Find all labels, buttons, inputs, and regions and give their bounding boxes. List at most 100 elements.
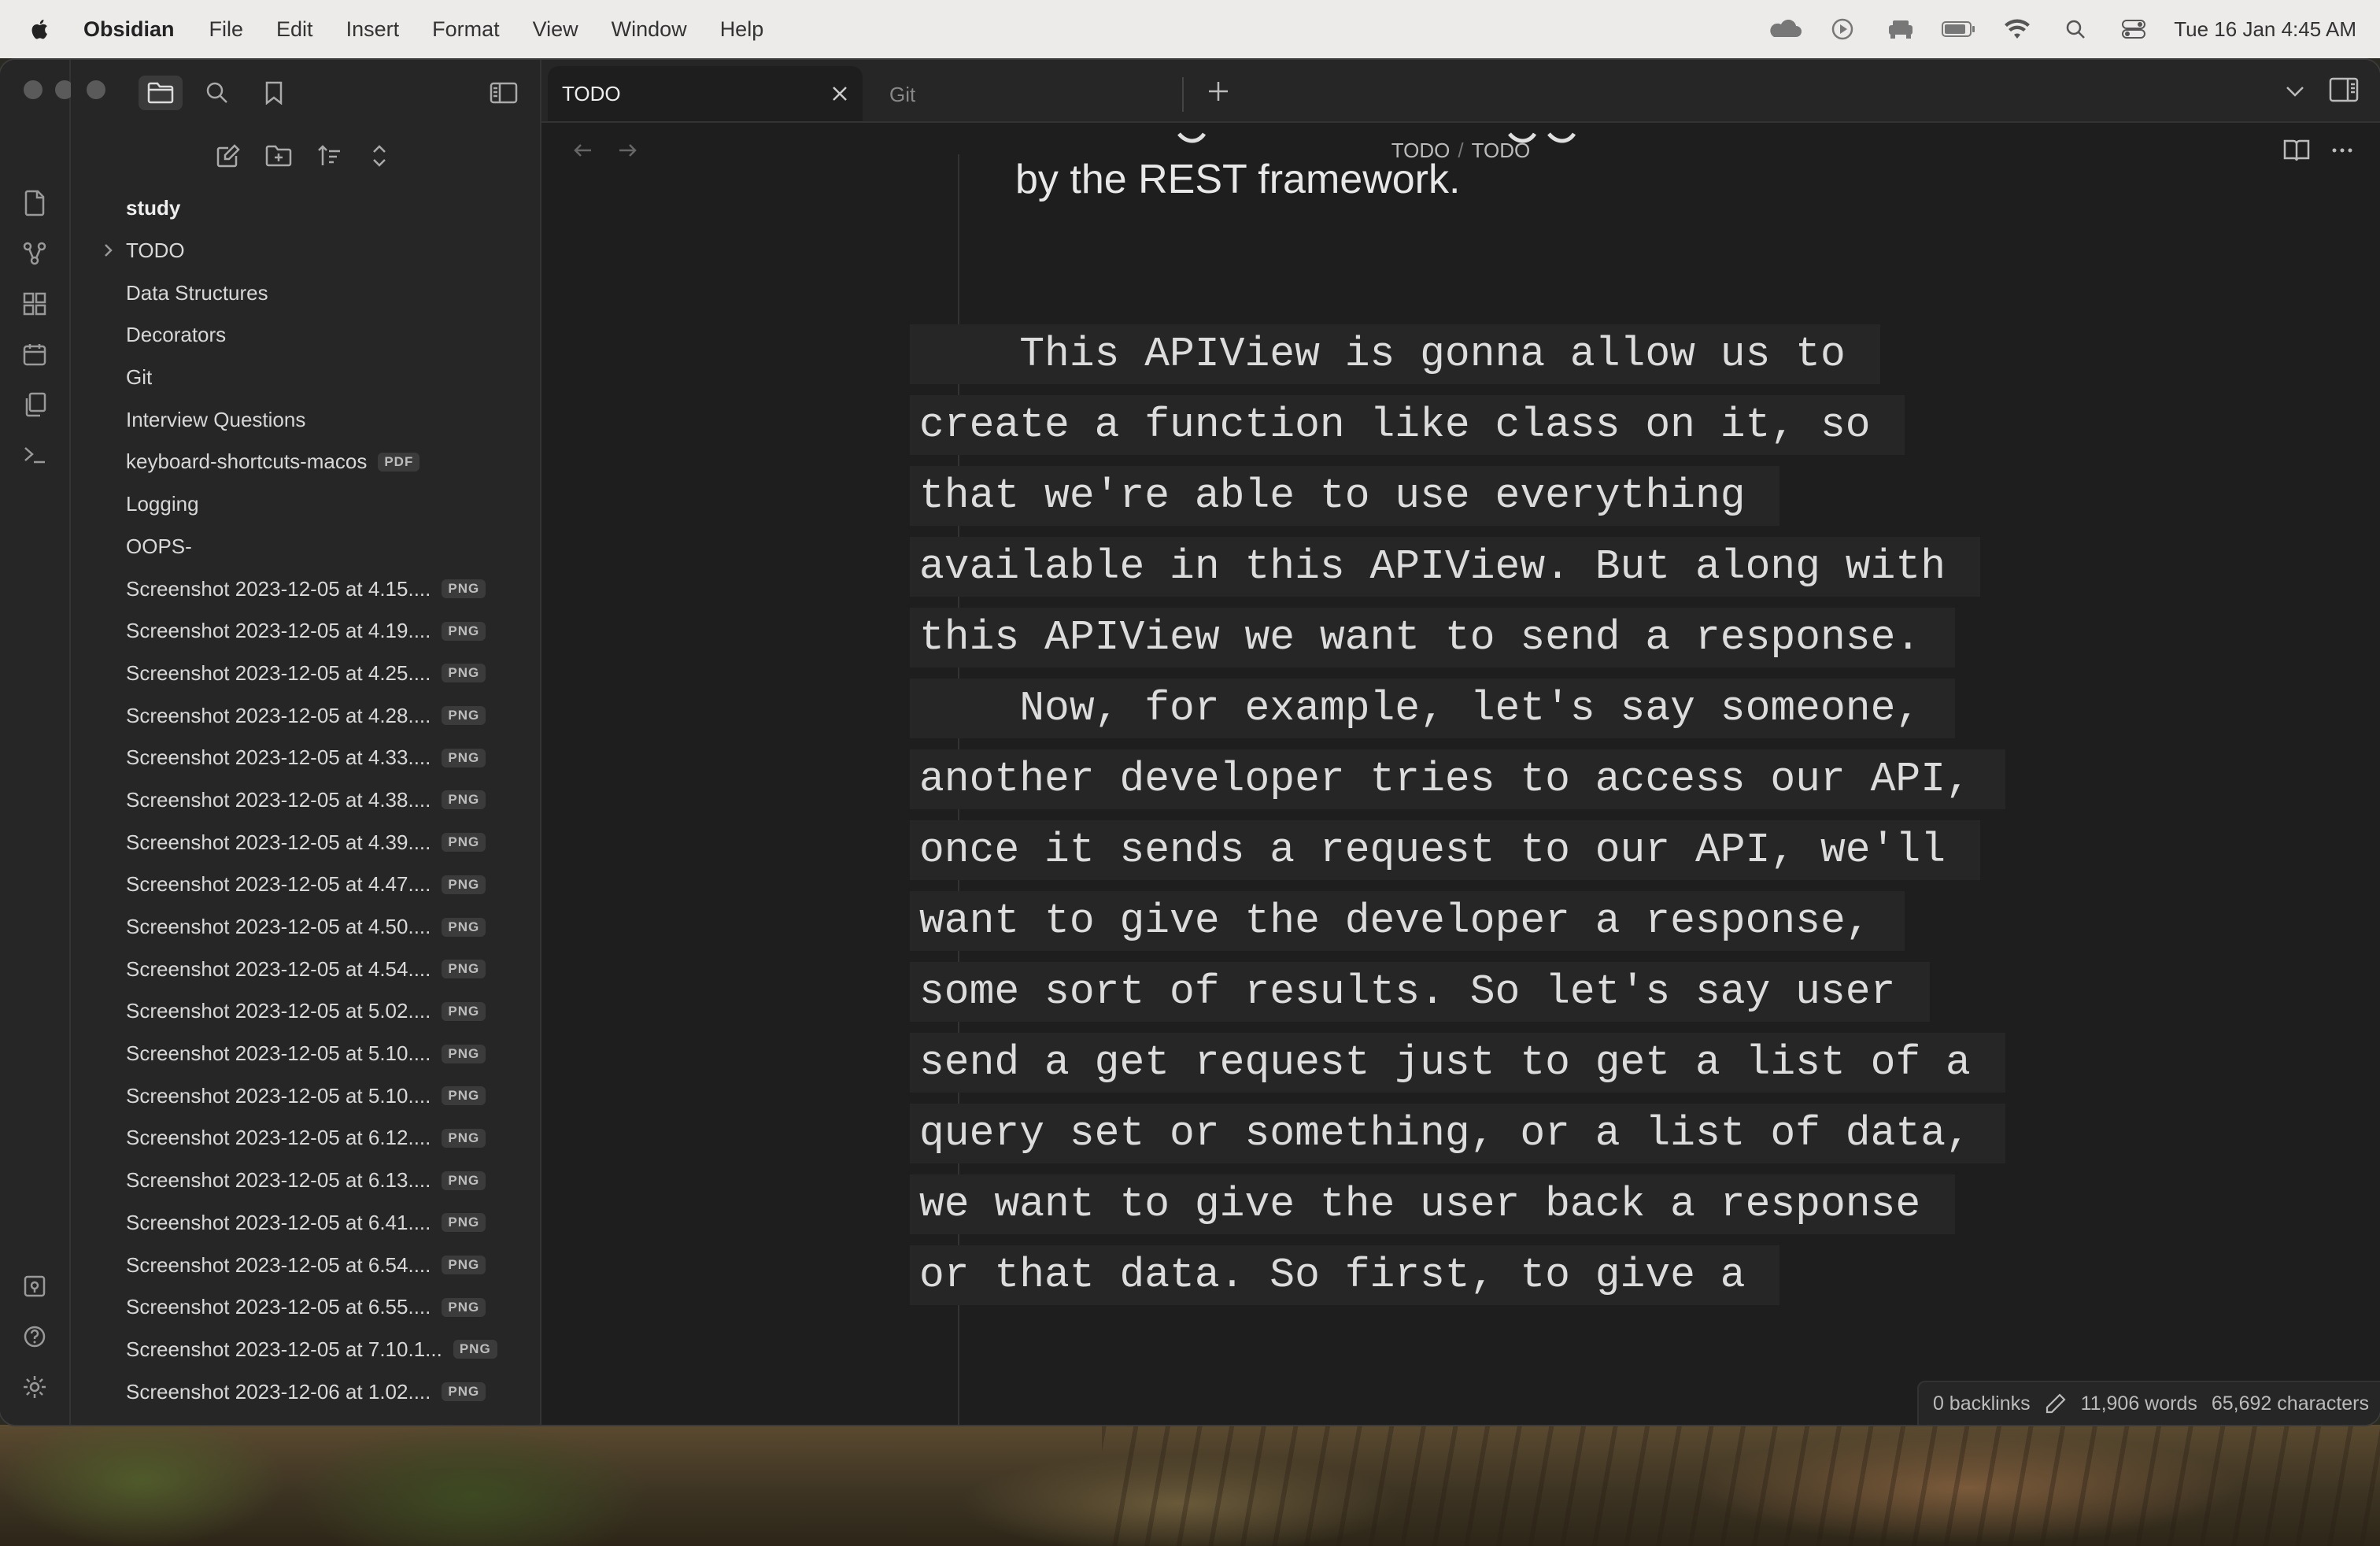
- menu-view[interactable]: View: [533, 17, 578, 42]
- code-line[interactable]: some sort of results. So let's say user: [910, 962, 1931, 1022]
- menu-app-name[interactable]: Obsidian: [83, 17, 175, 42]
- tab-list-chevron-down-icon[interactable]: [2281, 77, 2309, 105]
- collapse-expand-icon[interactable]: [362, 139, 397, 173]
- file-item[interactable]: Screenshot 2023-12-05 at 4.38.... PNG: [71, 779, 540, 822]
- backlinks-count[interactable]: 0 backlinks: [1933, 1393, 2031, 1415]
- code-line[interactable]: that we're able to use everything: [910, 466, 1780, 526]
- code-line[interactable]: or that data. So first, to give a: [910, 1245, 1780, 1305]
- file-item[interactable]: Decorators: [71, 314, 540, 357]
- file-item[interactable]: keyboard-shortcuts-macos PDF: [71, 441, 540, 483]
- vault-root[interactable]: study: [71, 187, 540, 230]
- control-center-icon[interactable]: [2116, 17, 2152, 41]
- file-item[interactable]: Screenshot 2023-12-05 at 4.28.... PNG: [71, 694, 540, 737]
- file-item-label: Screenshot 2023-12-05 at 7.10.1...: [126, 1337, 442, 1361]
- menu-help[interactable]: Help: [720, 17, 764, 42]
- desktop-wallpaper: [0, 1425, 2380, 1546]
- vault-switcher-icon[interactable]: [17, 1269, 52, 1304]
- word-count: 11,906 words: [2080, 1392, 2197, 1415]
- menu-clock[interactable]: Tue 16 Jan 4:45 AM: [2174, 17, 2356, 42]
- file-item[interactable]: Screenshot 2023-12-06 at 1.02.... PNG: [71, 1370, 540, 1413]
- menu-insert[interactable]: Insert: [346, 17, 400, 42]
- file-item[interactable]: Screenshot 2023-12-05 at 4.15.... PNG: [71, 568, 540, 610]
- canvas-grid-icon[interactable]: [17, 287, 52, 321]
- window-zoom-button[interactable]: [87, 80, 105, 99]
- help-icon[interactable]: [17, 1319, 52, 1354]
- terminal-icon[interactable]: [17, 438, 52, 472]
- file-item[interactable]: Logging: [71, 483, 540, 526]
- file-item[interactable]: OOPS-: [71, 526, 540, 568]
- file-item[interactable]: Screenshot 2023-12-05 at 4.39.... PNG: [71, 821, 540, 864]
- file-item[interactable]: Screenshot 2023-12-05 at 6.41.... PNG: [71, 1202, 540, 1245]
- file-item-label: Screenshot 2023-12-05 at 6.13....: [126, 1168, 431, 1193]
- file-item[interactable]: Screenshot 2023-12-05 at 5.02.... PNG: [71, 990, 540, 1033]
- file-item[interactable]: Git: [71, 357, 540, 399]
- wifi-icon[interactable]: [1999, 17, 2035, 41]
- tab-git[interactable]: Git: [875, 77, 1184, 112]
- file-item[interactable]: Screenshot 2023-12-05 at 5.10.... PNG: [71, 1074, 540, 1117]
- file-item[interactable]: Interview Questions: [71, 398, 540, 441]
- file-item[interactable]: Screenshot 2023-12-05 at 6.55.... PNG: [71, 1286, 540, 1329]
- code-line[interactable]: once it sends a request to our API, we'l…: [910, 820, 1980, 880]
- file-item[interactable]: Screenshot 2023-12-05 at 7.10.1... PNG: [71, 1329, 540, 1371]
- open-quick-switcher-icon[interactable]: [17, 186, 52, 220]
- more-options-ellipsis-icon[interactable]: [2328, 137, 2356, 164]
- file-item[interactable]: Screenshot 2023-12-05 at 4.50.... PNG: [71, 906, 540, 949]
- file-item[interactable]: Screenshot 2023-12-05 at 4.54.... PNG: [71, 948, 540, 990]
- close-tab-icon[interactable]: [830, 83, 850, 104]
- new-note-icon[interactable]: [211, 139, 246, 173]
- search-icon[interactable]: [195, 76, 239, 110]
- file-item[interactable]: Screenshot 2023-12-05 at 4.33.... PNG: [71, 737, 540, 779]
- edit-mode-pencil-icon[interactable]: [2045, 1393, 2067, 1415]
- file-item[interactable]: Screenshot 2023-12-05 at 6.13.... PNG: [71, 1160, 540, 1202]
- file-item[interactable]: Screenshot 2023-12-05 at 6.12.... PNG: [71, 1117, 540, 1160]
- play-circle-icon[interactable]: [1824, 17, 1861, 41]
- code-line[interactable]: we want to give the user back a response: [910, 1174, 1956, 1234]
- file-item[interactable]: Screenshot 2023-12-05 at 4.19.... PNG: [71, 610, 540, 653]
- bookmark-icon[interactable]: [252, 76, 296, 110]
- code-line[interactable]: Now, for example, let's say someone,: [910, 679, 1956, 738]
- cloud-icon[interactable]: [1766, 17, 1802, 41]
- menu-file[interactable]: File: [209, 17, 244, 42]
- apple-icon[interactable]: [30, 17, 52, 42]
- settings-gear-icon[interactable]: [17, 1370, 52, 1404]
- code-line[interactable]: query set or something, or a list of dat…: [910, 1104, 2005, 1163]
- toggle-left-sidebar-icon[interactable]: [482, 76, 526, 110]
- file-item[interactable]: Screenshot 2023-12-05 at 6.54.... PNG: [71, 1244, 540, 1286]
- graph-view-icon[interactable]: [17, 236, 52, 271]
- file-item[interactable]: Screenshot 2023-12-05 at 4.47.... PNG: [71, 864, 540, 906]
- code-line[interactable]: want to give the developer a response,: [910, 891, 1905, 951]
- file-item[interactable]: Screenshot 2023-12-05 at 5.10.... PNG: [71, 1033, 540, 1075]
- code-line[interactable]: send a get request just to get a list of…: [910, 1033, 2005, 1093]
- menu-edit[interactable]: Edit: [276, 17, 313, 42]
- code-line[interactable]: available in this APIView. But along wit…: [910, 537, 1980, 597]
- code-line[interactable]: another developer tries to access our AP…: [910, 749, 2005, 809]
- new-folder-icon[interactable]: [261, 139, 296, 173]
- prose-line[interactable]: by the REST framework.: [1015, 156, 1460, 203]
- code-line[interactable]: this APIView we want to send a response.: [910, 608, 1956, 668]
- window-close-button[interactable]: [24, 80, 42, 99]
- file-type-badge: PNG: [442, 621, 486, 641]
- spotlight-search-icon[interactable]: [2057, 17, 2094, 41]
- menu-window[interactable]: Window: [612, 17, 687, 42]
- file-item[interactable]: Data Structures: [71, 272, 540, 314]
- file-item-label: Screenshot 2023-12-05 at 6.55....: [126, 1295, 431, 1319]
- menu-format[interactable]: Format: [432, 17, 500, 42]
- file-item[interactable]: Screenshot 2023-12-05 at 4.25.... PNG: [71, 653, 540, 695]
- tab-bar: TODO Git: [541, 60, 2380, 123]
- battery-icon[interactable]: [1941, 17, 1977, 41]
- chevron-right-icon[interactable]: [99, 242, 116, 259]
- templates-copy-icon[interactable]: [17, 387, 52, 422]
- toggle-right-sidebar-icon[interactable]: [2328, 76, 2360, 107]
- tab-todo[interactable]: TODO: [548, 66, 863, 121]
- new-tab-plus-icon[interactable]: [1203, 76, 1234, 107]
- folder-item[interactable]: TODO: [71, 230, 540, 272]
- code-line[interactable]: create a function like class on it, so: [910, 395, 1905, 455]
- calendar-icon[interactable]: [17, 337, 52, 372]
- code-line[interactable]: This APIView is gonna allow us to: [910, 324, 1880, 384]
- status-bar: 0 backlinks 11,906 words 65,692 characte…: [1916, 1381, 2380, 1425]
- sort-order-icon[interactable]: [312, 139, 346, 173]
- reading-view-book-icon[interactable]: [2282, 137, 2311, 164]
- car-icon[interactable]: [1883, 17, 1919, 41]
- file-type-badge: PNG: [442, 1382, 486, 1402]
- files-folder-icon[interactable]: [139, 76, 183, 110]
